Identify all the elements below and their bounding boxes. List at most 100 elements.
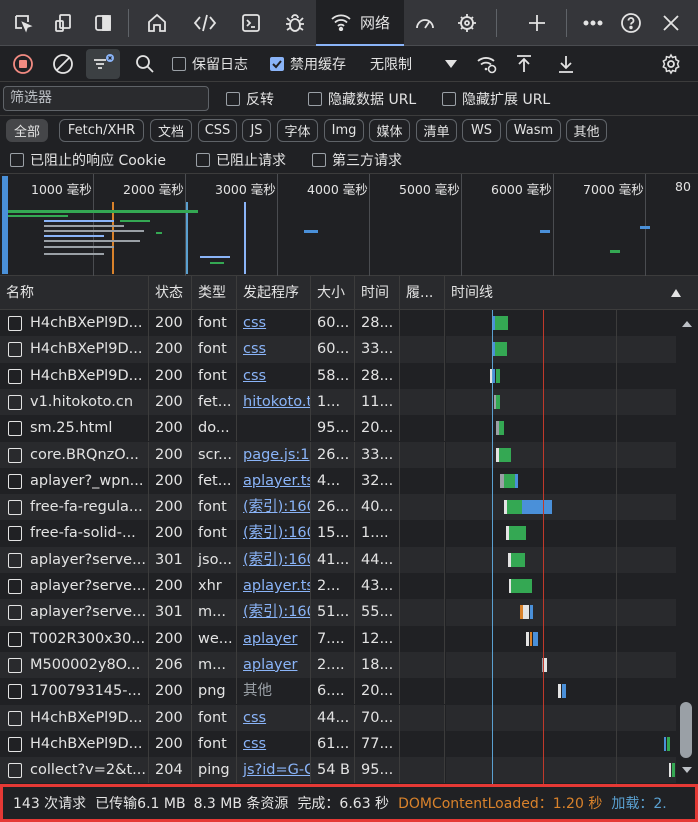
type-filter-js[interactable]: JS: [242, 119, 271, 142]
request-initiator[interactable]: (索引):160: [237, 599, 311, 626]
request-initiator[interactable]: page.js:1: [237, 441, 311, 468]
table-row[interactable]: H4chBXePl9D... 200 font css 61... 77...: [0, 730, 445, 758]
invert-box[interactable]: [226, 92, 240, 106]
table-row[interactable]: aplayer?serve... 301 m... (索引):160 51... 55..…: [0, 599, 445, 626]
blocked-cookie-box[interactable]: [10, 153, 24, 167]
type-filter-doc[interactable]: 文档: [150, 119, 192, 142]
table-row[interactable]: aplayer?_wpn... 200 fet... aplayer.ts 4... 32…: [0, 467, 445, 495]
import-har-button[interactable]: [510, 49, 538, 79]
type-filter-manifest[interactable]: 清单: [416, 119, 457, 142]
throttle-select[interactable]: 无限制: [370, 46, 458, 82]
add-tab-icon[interactable]: [522, 0, 552, 46]
close-devtools-icon[interactable]: [656, 0, 686, 46]
blocked-requests-box[interactable]: [196, 153, 210, 167]
hide-data-url-box[interactable]: [308, 92, 322, 106]
sort-ascending-icon[interactable]: [670, 288, 682, 298]
hide-data-url-checkbox[interactable]: 隐藏数据 URL: [308, 82, 416, 116]
tab-network[interactable]: 网络: [316, 0, 404, 46]
table-row[interactable]: H4chBXePl9D... 200 font css 60... 33...: [0, 336, 445, 363]
column-header-initiator[interactable]: 发起程序: [237, 276, 311, 310]
type-filter-img[interactable]: Img: [324, 119, 364, 142]
table-row[interactable]: free-fa-solid-... 200 font (索引):160 15... 1..…: [0, 520, 445, 547]
sources-bug-icon[interactable]: [278, 0, 312, 46]
scroll-up-arrow-icon[interactable]: [681, 320, 693, 328]
request-initiator[interactable]: hitokoto.t: [237, 388, 311, 416]
performance-gauge-icon[interactable]: [408, 0, 442, 46]
home-tab-icon[interactable]: [140, 0, 174, 46]
table-row[interactable]: H4chBXePl9D... 200 font css 58... 28...: [0, 362, 445, 389]
scroll-down-arrow-icon[interactable]: [681, 766, 693, 774]
blocked-requests-checkbox[interactable]: 已阻止请求: [196, 146, 286, 174]
request-initiator[interactable]: css: [237, 336, 311, 363]
export-har-button[interactable]: [552, 49, 580, 79]
preserve-log-checkbox[interactable]: 保留日志: [172, 46, 248, 82]
scrollbar-thumb[interactable]: [680, 702, 692, 758]
third-party-box[interactable]: [312, 153, 326, 167]
type-filter-other[interactable]: 其他: [566, 119, 607, 142]
search-button[interactable]: [130, 49, 160, 79]
column-header-size[interactable]: 大小: [311, 276, 355, 310]
disable-cache-box[interactable]: [270, 57, 284, 71]
disable-cache-checkbox[interactable]: 禁用缓存: [270, 46, 346, 82]
type-filter-all[interactable]: 全部: [6, 119, 48, 142]
filter-input[interactable]: 筛选器: [3, 86, 209, 111]
network-settings-button[interactable]: [656, 49, 686, 79]
table-row[interactable]: v1.hitokoto.cn 200 fet... hitokoto.t 1... 11.…: [0, 388, 445, 416]
request-initiator[interactable]: css: [237, 730, 311, 758]
type-filter-font[interactable]: 字体: [277, 119, 318, 142]
request-initiator[interactable]: (索引):160: [237, 520, 311, 547]
hide-ext-url-checkbox[interactable]: 隐藏扩展 URL: [442, 82, 550, 116]
table-row[interactable]: 1700793145-... 200 png 其他 6.... 20...: [0, 678, 445, 705]
device-toolbar-icon[interactable]: [48, 0, 78, 46]
hide-ext-url-box[interactable]: [442, 92, 456, 106]
request-initiator[interactable]: (索引):160: [237, 494, 311, 521]
request-initiator[interactable]: aplayer.ts: [237, 573, 311, 600]
table-row[interactable]: sm.25.html 200 do... 95... 20...: [0, 415, 445, 442]
timeline-overview[interactable]: 1000 毫秒 2000 毫秒 3000 毫秒 4000 毫秒 5000 毫秒 …: [0, 174, 698, 276]
blocked-cookie-checkbox[interactable]: 已阻止的响应 Cookie: [10, 146, 166, 174]
memory-chip-icon[interactable]: [450, 0, 484, 46]
type-filter-media[interactable]: 媒体: [369, 119, 410, 142]
column-header-fulfilled[interactable]: 履...: [400, 276, 445, 310]
stop-recording-button[interactable]: [8, 49, 38, 79]
inspect-element-icon[interactable]: [8, 0, 38, 46]
type-filter-wasm[interactable]: Wasm: [506, 119, 561, 142]
help-icon[interactable]: [616, 0, 646, 46]
request-initiator[interactable]: aplayer.ts: [237, 467, 311, 495]
type-filter-ws[interactable]: WS: [462, 119, 501, 142]
table-row[interactable]: H4chBXePl9D... 200 font css 44... 70...: [0, 704, 445, 731]
column-header-time[interactable]: 时间: [355, 276, 400, 310]
console-tab-icon[interactable]: [234, 0, 268, 46]
third-party-checkbox[interactable]: 第三方请求: [312, 146, 402, 174]
request-initiator[interactable]: (索引):160: [237, 546, 311, 573]
table-scrollbar[interactable]: [676, 310, 698, 784]
request-initiator[interactable]: js?id=G-C: [237, 757, 311, 784]
table-row[interactable]: M500002y8O... 206 m... aplayer 2.... 18...: [0, 651, 445, 679]
network-conditions-button[interactable]: [472, 49, 502, 79]
elements-tab-icon[interactable]: [188, 0, 222, 46]
request-initiator[interactable]: aplayer: [237, 625, 311, 652]
table-row[interactable]: collect?v=2&t... 204 ping js?id=G-C 54 B 95..…: [0, 757, 445, 784]
table-row[interactable]: aplayer?serve... 301 jso... (索引):160 41... 44…: [0, 546, 445, 573]
table-row[interactable]: H4chBXePl9D... 200 font css 60... 28...: [0, 310, 445, 337]
filter-toggle-button[interactable]: [86, 49, 120, 79]
column-header-name[interactable]: 名称: [0, 276, 149, 310]
request-initiator[interactable]: css: [237, 704, 311, 731]
column-header-type[interactable]: 类型: [192, 276, 237, 310]
request-initiator[interactable]: aplayer: [237, 651, 311, 679]
clear-button[interactable]: [48, 49, 78, 79]
column-header-waterfall[interactable]: 时间线: [445, 276, 676, 310]
type-filter-fetch-xhr[interactable]: Fetch/XHR: [59, 119, 144, 142]
table-row[interactable]: free-fa-regula... 200 font (索引):160 26... 40.…: [0, 494, 445, 521]
request-initiator[interactable]: css: [237, 310, 311, 337]
more-options-icon[interactable]: [578, 0, 608, 46]
table-row[interactable]: aplayer?serve... 200 xhr aplayer.ts 2... 43..…: [0, 573, 445, 600]
type-filter-css[interactable]: CSS: [198, 119, 237, 142]
invert-checkbox[interactable]: 反转: [226, 82, 274, 116]
preserve-log-box[interactable]: [172, 57, 186, 71]
column-header-status[interactable]: 状态: [149, 276, 192, 310]
table-row[interactable]: core.BRQnzO... 200 scr... page.js:1 26... 33.…: [0, 441, 445, 468]
table-row[interactable]: T002R300x30... 200 we... aplayer 7.... 12...: [0, 625, 445, 652]
dock-side-icon[interactable]: [88, 0, 118, 46]
request-initiator[interactable]: css: [237, 362, 311, 389]
